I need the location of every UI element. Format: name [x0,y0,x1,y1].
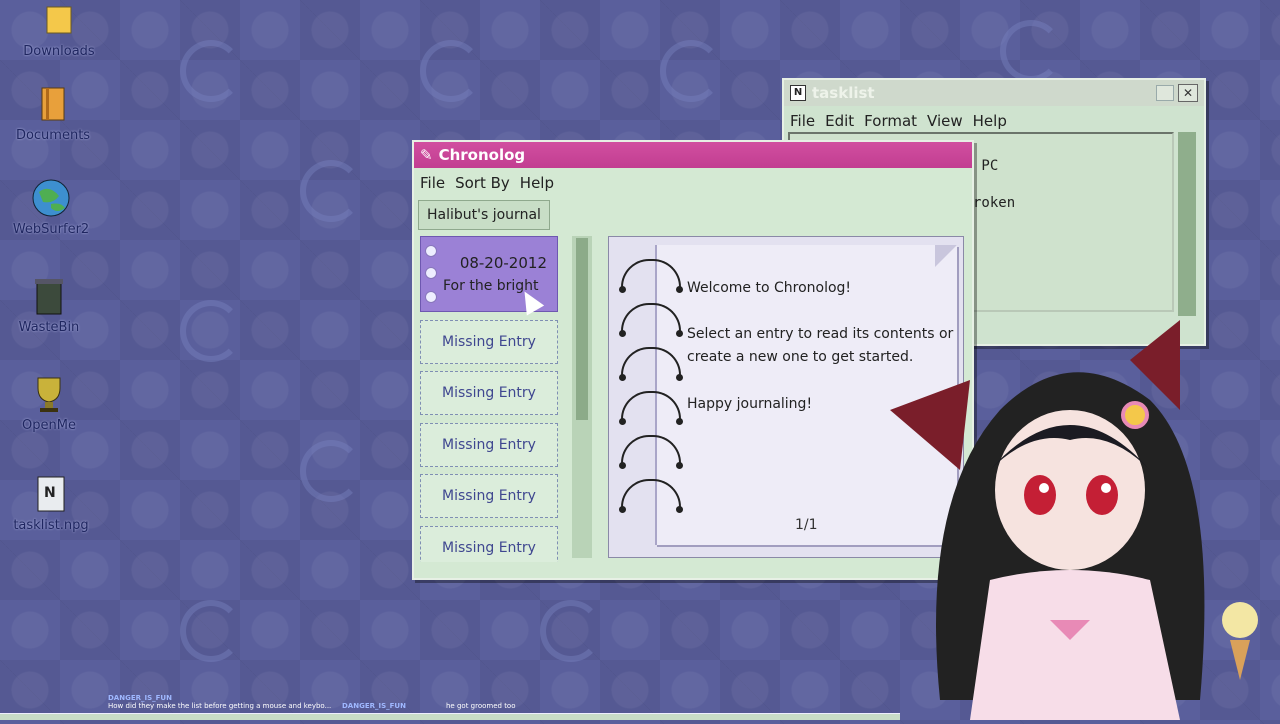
desktop-icon-label: WebSurfer2 [12,222,90,237]
menu-view[interactable]: View [927,112,963,130]
list-item[interactable]: Missing Entry [420,371,558,416]
desktop-icon-downloads[interactable]: Downloads [14,0,104,59]
chat-username: DANGER_IS_FUN [108,694,172,702]
ring-icon [425,291,437,303]
minimize-button[interactable] [1156,85,1174,101]
desktop-icon-label: Documents [15,128,91,143]
page-line: Welcome to Chronolog! [687,280,852,296]
folder-icon [39,0,79,40]
desktop-icon-openme[interactable]: OpenMe [4,374,94,433]
entry-list-scrollbar[interactable] [572,236,592,558]
tasklist-titlebar[interactable]: N tasklist ✕ [784,80,1204,106]
page-fold [935,245,957,267]
desktop-icon-label: tasklist.npg [13,518,89,533]
window-title: tasklist [812,84,875,102]
list-item[interactable]: Missing Entry [420,319,558,364]
svg-text:N: N [44,485,56,501]
desktop-icon-tasklist[interactable]: N tasklist.npg [6,474,96,533]
entry-date: 08-20-2012 [459,254,547,272]
desktop-icon-label: WasteBin [18,320,80,335]
list-item[interactable]: Missing Entry [420,525,558,562]
ring-icon [425,245,437,257]
desktop-icon-label: Downloads [23,44,95,59]
desktop-icon-label: OpenMe [22,418,76,433]
pen-icon: ✎ [420,146,433,164]
avatar [880,320,1280,720]
globe-icon [31,178,71,218]
notepad-icon: N [790,85,806,101]
desktop-icon-wastebin[interactable]: WasteBin [4,276,94,335]
menu-help[interactable]: Help [520,174,554,192]
list-item[interactable]: Missing Entry [420,422,558,467]
chronolog-menubar: File Sort By Help [414,168,972,198]
page-number: 1/1 [795,517,818,533]
scrollbar-thumb[interactable] [576,238,588,420]
chat-message: DANGER_IS_FUN How did they make the list… [108,694,331,710]
menu-file[interactable]: File [420,174,445,192]
close-button[interactable]: ✕ [1178,84,1198,102]
book-icon [33,84,73,124]
chat-username: DANGER_IS_FUN [342,702,406,710]
menu-format[interactable]: Format [864,112,917,130]
desktop-icon-websurfer2[interactable]: WebSurfer2 [6,178,96,237]
chat-message: DANGER_IS_FUN [342,702,406,710]
list-item[interactable]: Missing Entry [420,474,558,519]
chat-text: he got groomed too [446,702,516,710]
menu-file[interactable]: File [790,112,815,130]
desktop-icon-documents[interactable]: Documents [8,84,98,143]
page-line: Happy journaling! [687,396,813,412]
menu-edit[interactable]: Edit [825,112,854,130]
chat-text: How did they make the list before gettin… [108,702,332,710]
menu-help[interactable]: Help [973,112,1007,130]
trophy-icon [29,374,69,414]
entry-list: 08-20-2012 For the bright Missing Entry … [420,236,564,562]
tab-journal[interactable]: Halibut's journal [418,200,550,230]
window-title: Chronolog [438,146,526,164]
taskbar[interactable] [0,713,900,720]
ring-icon [425,267,437,279]
trash-icon [29,276,69,316]
chronolog-titlebar[interactable]: ✎ Chronolog [414,142,972,168]
chat-message: he got groomed too [446,702,516,710]
vertical-scrollbar[interactable] [1178,132,1196,316]
notepad-icon: N [31,474,71,514]
menu-sort-by[interactable]: Sort By [455,174,510,192]
